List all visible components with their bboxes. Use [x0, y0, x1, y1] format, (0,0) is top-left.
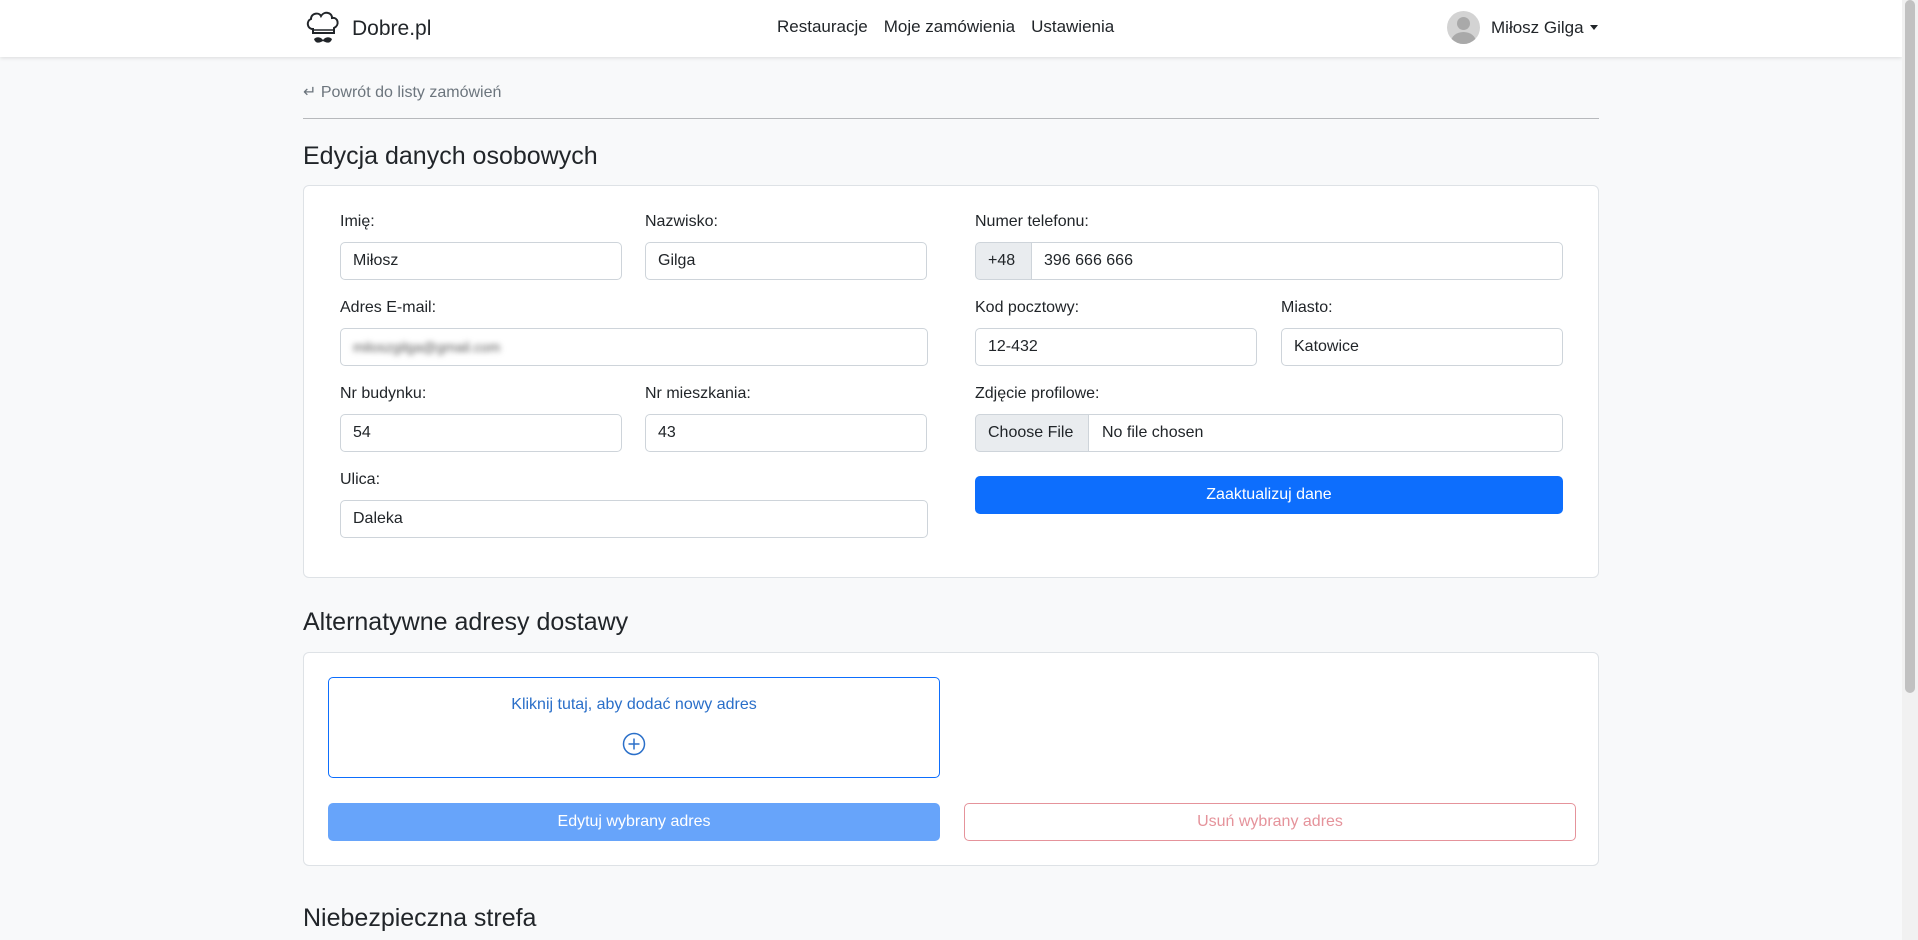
nav-ustawienia[interactable]: Ustawienia: [1031, 17, 1114, 37]
last-name-label: Nazwisko:: [645, 213, 718, 230]
main-nav: Restauracje Moje zamówienia Ustawienia: [777, 17, 1130, 37]
postal-input[interactable]: 12-432: [975, 328, 1257, 366]
user-avatar-icon: [1447, 11, 1480, 44]
email-value: miloszgilga@gmail.com: [353, 339, 501, 355]
chef-hat-mustache-icon: [306, 11, 339, 43]
city-input[interactable]: Katowice: [1281, 328, 1563, 366]
apartment-label: Nr mieszkania:: [645, 385, 751, 402]
photo-label: Zdjęcie profilowe:: [975, 385, 1100, 402]
phone-input[interactable]: 396 666 666: [1031, 242, 1563, 280]
street-input[interactable]: Daleka: [340, 500, 928, 538]
scrollbar-thumb[interactable]: [1905, 0, 1915, 693]
email-label: Adres E-mail:: [340, 299, 437, 316]
delete-address-button[interactable]: Usuń wybrany adres: [964, 803, 1576, 841]
building-label: Nr budynku:: [340, 385, 427, 402]
addresses-title: Alternatywne adresy dostawy: [303, 608, 629, 636]
plus-circle-icon: [622, 732, 646, 756]
user-name: Miłosz Gilga: [1491, 17, 1584, 37]
danger-zone-title: Niebezpieczna strefa: [303, 904, 537, 932]
edit-address-button[interactable]: Edytuj wybrany adres: [328, 803, 940, 841]
personal-data-title: Edycja danych osobowych: [303, 142, 598, 170]
top-navbar: Dobre.pl Restauracje Moje zamówienia Ust…: [0, 0, 1902, 57]
divider: [303, 118, 1599, 119]
phone-label: Numer telefonu:: [975, 213, 1089, 230]
choose-file-button[interactable]: Choose File: [975, 414, 1089, 452]
add-address-text: Kliknij tutaj, aby dodać nowy adres: [511, 696, 757, 713]
brand-name: Dobre.pl: [352, 17, 432, 40]
nav-moje-zamowienia[interactable]: Moje zamówienia: [884, 17, 1015, 37]
building-input[interactable]: 54: [340, 414, 622, 452]
street-label: Ulica:: [340, 471, 381, 488]
last-name-input[interactable]: Gilga: [645, 242, 927, 280]
add-address-box[interactable]: Kliknij tutaj, aby dodać nowy adres: [328, 677, 940, 778]
first-name-input[interactable]: Miłosz: [340, 242, 622, 280]
caret-down-icon: [1589, 25, 1598, 30]
addresses-card: Kliknij tutaj, aby dodać nowy adres Edyt…: [303, 652, 1599, 866]
first-name-label: Imię:: [340, 213, 375, 230]
user-menu-toggle[interactable]: Miłosz Gilga: [1447, 11, 1598, 44]
city-label: Miasto:: [1281, 299, 1333, 316]
phone-prefix: +48: [975, 242, 1032, 280]
personal-data-card: Imię: Miłosz Nazwisko: Gilga Adres E-mai…: [303, 185, 1599, 578]
brand-link[interactable]: Dobre.pl: [303, 9, 431, 49]
back-to-orders-link[interactable]: ↵ Powrót do listy zamówień: [303, 82, 501, 102]
apartment-input[interactable]: 43: [645, 414, 927, 452]
update-data-button[interactable]: Zaaktualizuj dane: [975, 476, 1563, 514]
page-scrollbar[interactable]: [1902, 0, 1918, 940]
nav-restauracje[interactable]: Restauracje: [777, 17, 868, 37]
postal-label: Kod pocztowy:: [975, 299, 1080, 316]
email-input[interactable]: miloszgilga@gmail.com: [340, 328, 928, 366]
